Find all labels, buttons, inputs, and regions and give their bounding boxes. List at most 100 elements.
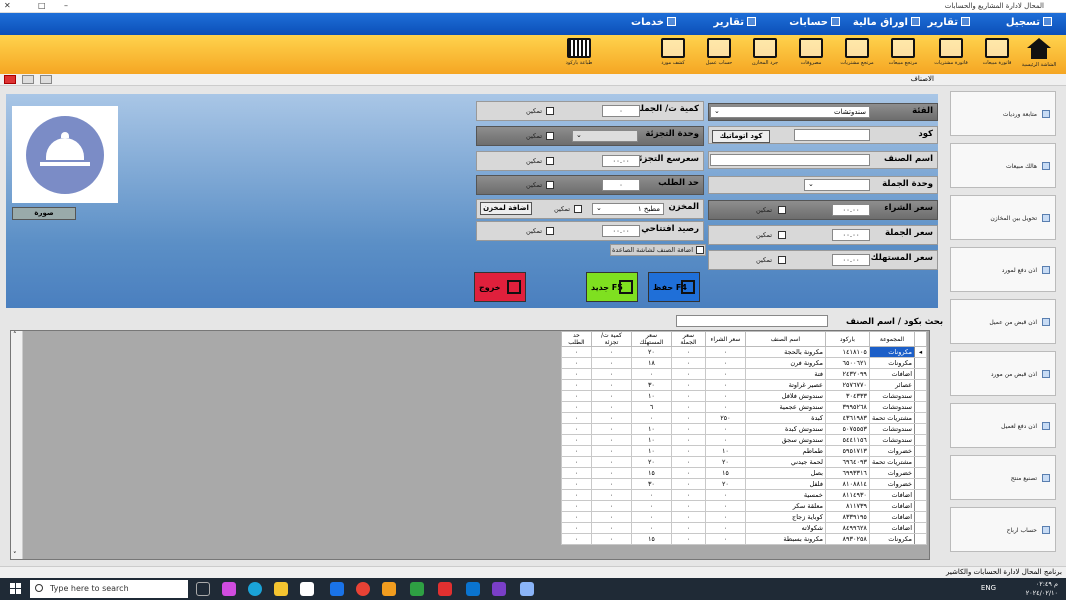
table-row[interactable]: اضافات ٨٤٩٩٦٢٨ شكولاته ٠ ٠ ٠ ٠ ٠ (560, 522, 927, 534)
table-cell[interactable]: ٠ (590, 511, 632, 523)
table-cell[interactable]: ٠ (590, 357, 632, 369)
table-cell[interactable]: ١٥ (630, 467, 672, 479)
retail-price-enable-checkbox[interactable] (546, 157, 554, 165)
table-cell[interactable]: سندوتشات (868, 434, 916, 446)
table-cell[interactable]: ٠ (670, 434, 706, 446)
table-row[interactable]: عصائر ٢٥٧٦٧٧٠ عصير غراوتة ٠ ٠ ٣٠ ٠ ٠ (560, 379, 927, 391)
table-cell[interactable]: ٣٩٩٥٢٦٨ (824, 401, 870, 413)
table-cell[interactable]: ٢٥٠ (704, 412, 746, 424)
image-button[interactable]: صورة (12, 207, 76, 220)
table-cell[interactable]: ٠ (670, 533, 706, 545)
table-cell[interactable]: شكولاته (744, 522, 826, 534)
column-header[interactable]: كمية ت/ تجزئة (590, 331, 632, 347)
category-select[interactable]: سندوتشات ⌄ (710, 106, 870, 118)
table-cell[interactable]: ٠ (560, 412, 592, 424)
sidebar-waste-button[interactable]: هالك مبيعات (950, 143, 1056, 188)
app-icon[interactable] (466, 582, 480, 596)
table-cell[interactable]: ٠ (590, 379, 632, 391)
order-limit-enable-checkbox[interactable] (546, 181, 554, 189)
table-cell[interactable]: ٠ (560, 357, 592, 369)
table-row[interactable]: اضافات ٨٣٣٩١٩٥ كوباية زجاج ٠ ٠ ٠ ٠ ٠ (560, 511, 927, 523)
table-row[interactable]: سندوتشات ٣٠٤٣٣٣ سندوتش فلافل ٠ ٠ ١٠ ٠ ٠ (560, 390, 927, 402)
row-header[interactable] (914, 478, 927, 490)
table-cell[interactable]: اضافات (868, 489, 916, 501)
supplier-statement-button[interactable]: كشف مورد (654, 37, 692, 71)
table-cell[interactable]: ٤٣٦١٩٨٣ (824, 412, 870, 424)
copilot-icon[interactable] (222, 582, 236, 596)
buy-price-enable-checkbox[interactable] (778, 206, 786, 214)
table-row[interactable]: مشتريات تحمة ٤٣٦١٩٨٣ كبدة ٢٥٠ ٠ ٠ ٠ ٠ (560, 412, 927, 424)
table-cell[interactable]: معلقة سكر (744, 500, 826, 512)
row-header[interactable] (914, 456, 927, 468)
table-cell[interactable]: ٣٠ (630, 478, 672, 490)
table-cell[interactable]: ١٥ (704, 467, 746, 479)
retail-unit-enable-checkbox[interactable] (546, 132, 554, 140)
table-cell[interactable]: كبدة (744, 412, 826, 424)
table-cell[interactable]: ٠ (560, 489, 592, 501)
table-cell[interactable]: ١٠ (630, 423, 672, 435)
table-row[interactable]: سندوتشات ٥٤٤١١٥٦ سندوتش سجق ٠ ٠ ١٠ ٠ ٠ (560, 434, 927, 446)
table-cell[interactable]: ٠ (670, 346, 706, 358)
table-cell[interactable]: ٠ (704, 533, 746, 545)
table-cell[interactable]: ٠ (590, 500, 632, 512)
menu-item-accounts[interactable]: حسابات (789, 17, 840, 28)
qty-per-wholesale-input[interactable]: ٠ (602, 105, 640, 117)
wholesale-price-input[interactable]: ٠٠.٠٠ (832, 229, 870, 241)
table-cell[interactable]: سندوتش فلافل (744, 390, 826, 402)
table-cell[interactable]: ١٠ (630, 390, 672, 402)
table-cell[interactable]: فلفل (744, 478, 826, 490)
sidebar-manufacture-button[interactable]: تصنيع منتج (950, 455, 1056, 500)
table-cell[interactable]: ٣٠ (630, 379, 672, 391)
table-cell[interactable]: ٠ (560, 456, 592, 468)
order-limit-input[interactable]: ٠ (602, 179, 640, 191)
table-cell[interactable]: ٠ (560, 379, 592, 391)
wholesale-price-enable-checkbox[interactable] (778, 231, 786, 239)
sidebar-receive-supplier-button[interactable]: اذن قبض من مورد (950, 351, 1056, 396)
table-cell[interactable]: فتة (744, 368, 826, 380)
row-header[interactable] (914, 533, 927, 545)
table-cell[interactable]: ٠ (670, 478, 706, 490)
table-cell[interactable]: ٠ (560, 522, 592, 534)
table-row[interactable]: ◂ مكرونات ١٤١٨١٠٥ مكرونة بالحجة ٠ ٠ ٢٠ ٠ ٠ (560, 346, 927, 358)
row-header[interactable] (914, 511, 927, 523)
auto-code-button[interactable]: كود اتوماتيك (712, 130, 770, 143)
table-cell[interactable]: ٠ (670, 412, 706, 424)
app-icon[interactable] (382, 582, 396, 596)
file-explorer-icon[interactable] (274, 582, 288, 596)
table-cell[interactable]: ١٥ (630, 533, 672, 545)
table-cell[interactable]: ٨٩٣٠٢٥٨ (824, 533, 870, 545)
table-cell[interactable]: سندوتش عجمية (744, 401, 826, 413)
table-cell[interactable]: ٠ (670, 357, 706, 369)
column-header[interactable]: حد الطلب (560, 331, 592, 347)
column-header[interactable]: اسم الصنف (744, 331, 826, 347)
opening-balance-input[interactable]: ٠٠.٠٠ (602, 225, 640, 237)
table-row[interactable]: مكرونات ٦٥٠٠٦٢١ مكرونة فرن ٠ ٠ ١٨ ٠ ٠ (560, 357, 927, 369)
table-cell[interactable]: ١٠ (704, 445, 746, 457)
table-cell[interactable]: مشتريات تحمة (868, 412, 916, 424)
table-cell[interactable]: اضافات (868, 500, 916, 512)
column-header[interactable]: سعر الجملة (670, 331, 706, 347)
table-cell[interactable]: ١٠ (630, 445, 672, 457)
table-row[interactable]: اضافات ٨١١٤٩٣٠ خمسية ٠ ٠ ٠ ٠ ٠ (560, 489, 927, 501)
table-cell[interactable]: ٠ (590, 346, 632, 358)
table-cell[interactable]: ٠ (704, 401, 746, 413)
sidebar-pay-customer-button[interactable]: اذن دفع لعميل (950, 403, 1056, 448)
table-cell[interactable]: ٠ (590, 412, 632, 424)
table-cell[interactable]: ٠ (670, 445, 706, 457)
maximize-window-icon[interactable]: □ (38, 1, 46, 10)
purchase-invoice-button[interactable]: فاتورة مشتريات (932, 37, 970, 71)
purchase-return-button[interactable]: مرتجع مشتريات (838, 37, 876, 71)
minimize-window-icon[interactable]: – (64, 1, 68, 10)
table-cell[interactable]: ٢٠ (630, 456, 672, 468)
table-cell[interactable]: مشتريات تحمة (868, 456, 916, 468)
sales-return-button[interactable]: مرتجع مبيعات (884, 37, 922, 71)
app-icon[interactable] (410, 582, 424, 596)
scroll-up-icon[interactable]: ˄ (13, 331, 17, 339)
qty-enable-checkbox[interactable] (546, 107, 554, 115)
sales-invoice-button[interactable]: فاتورة مبيعات (978, 37, 1016, 71)
table-cell[interactable]: ٠ (560, 401, 592, 413)
row-header[interactable] (914, 390, 927, 402)
windows-start-icon[interactable] (10, 583, 22, 595)
table-cell[interactable]: ٠ (590, 423, 632, 435)
table-cell[interactable]: ٠ (704, 346, 746, 358)
